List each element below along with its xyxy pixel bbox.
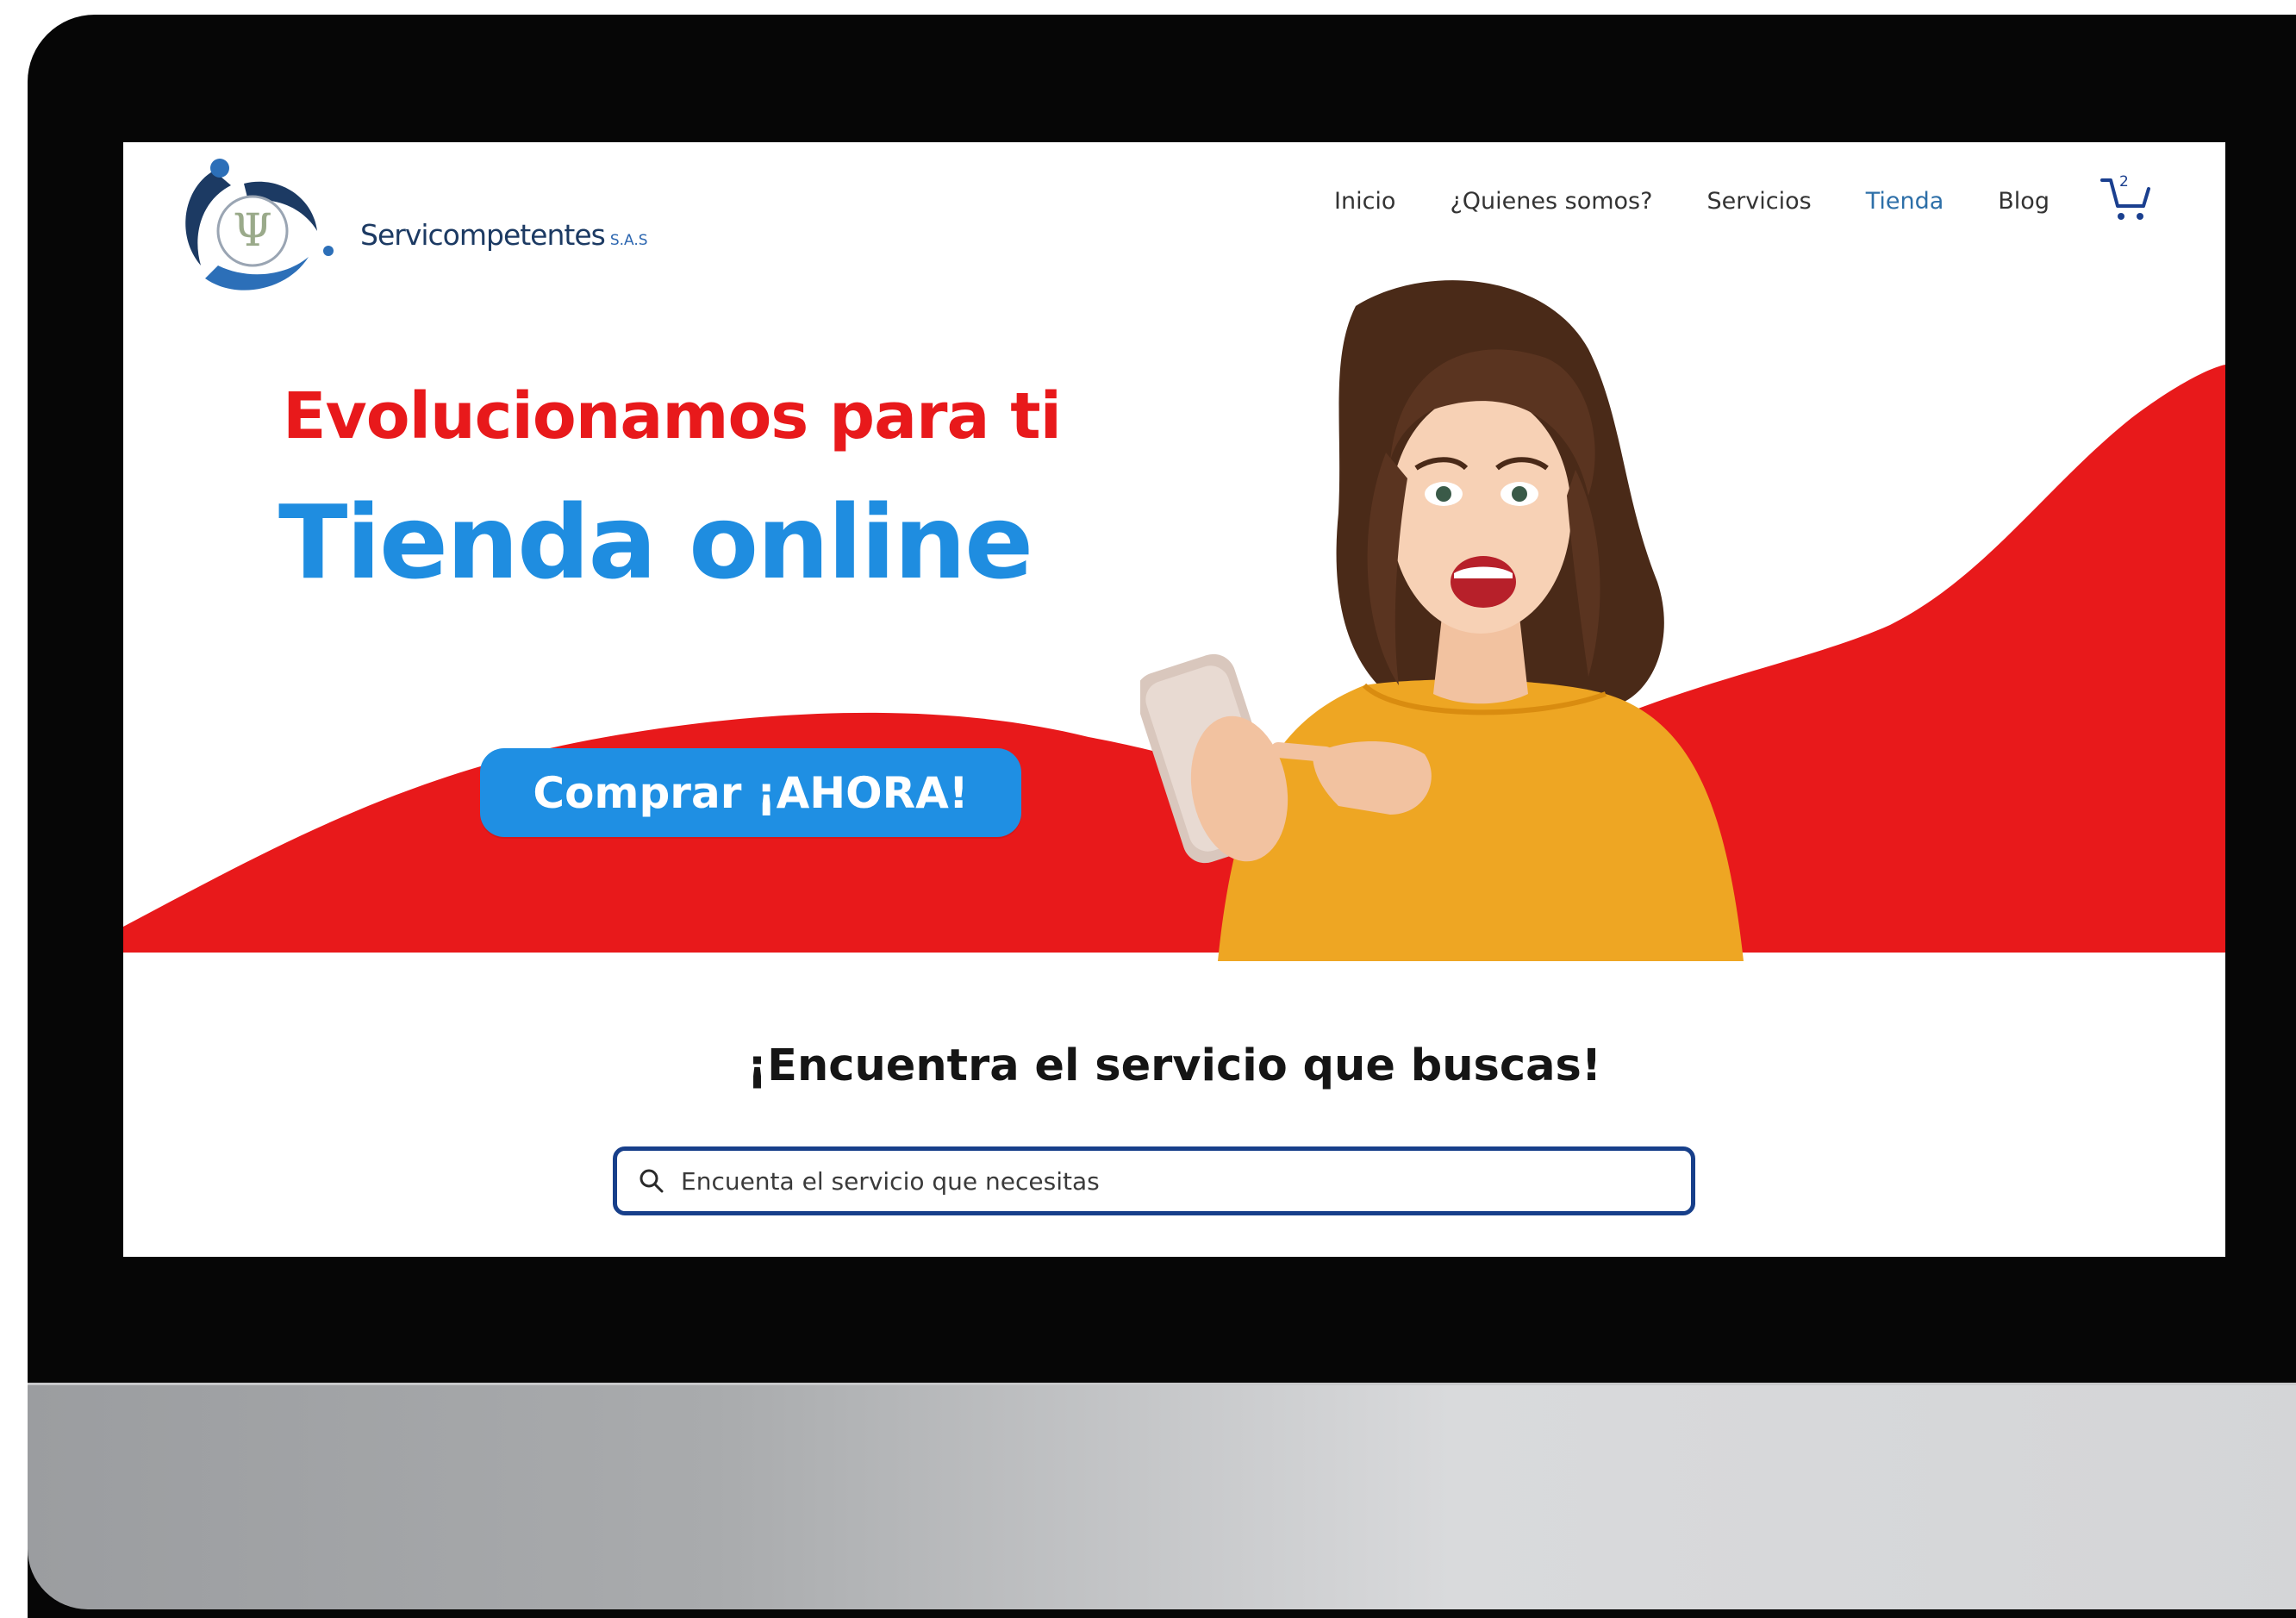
hero-heading: Tienda online (278, 483, 1033, 602)
nav-item-quienes-somos[interactable]: ¿Quienes somos? (1450, 188, 1652, 215)
website-screen: Ψ Servicompetentes S.A.S Inicio ¿Quienes … (123, 142, 2225, 1257)
logo-wordmark: Servicompetentes S.A.S (360, 218, 648, 252)
logo-emblem: Ψ (185, 159, 334, 290)
svg-text:Ψ: Ψ (233, 205, 272, 257)
company-logo[interactable]: Ψ Servicompetentes S.A.S (166, 149, 649, 304)
nav-item-servicios[interactable]: Servicios (1706, 188, 1811, 215)
nav-item-tienda[interactable]: Tienda (1866, 188, 1944, 215)
monitor-chin (28, 1383, 2296, 1609)
hero-subheading: Evolucionamos para ti (283, 379, 1062, 453)
nav-item-blog[interactable]: Blog (1998, 188, 2050, 215)
search-icon (640, 1169, 664, 1193)
hero-person-image (1140, 280, 1744, 961)
brand-suffix: S.A.S (609, 232, 648, 249)
search-input[interactable] (679, 1154, 1691, 1208)
search-section-title: ¡Encuentra el servicio que buscas! (746, 1040, 1602, 1091)
main-nav: Inicio ¿Quienes somos? Servicios Tienda … (1334, 184, 2104, 218)
nav-item-inicio[interactable]: Inicio (1334, 188, 1395, 215)
search-bar[interactable] (613, 1146, 1695, 1215)
buy-now-button[interactable]: Comprar ¡AHORA! (480, 748, 1021, 837)
brand-name: Servicompetentes (360, 218, 606, 252)
cart-count-badge: 2 (2119, 173, 2129, 191)
cart-button[interactable]: 2 (2099, 172, 2156, 223)
